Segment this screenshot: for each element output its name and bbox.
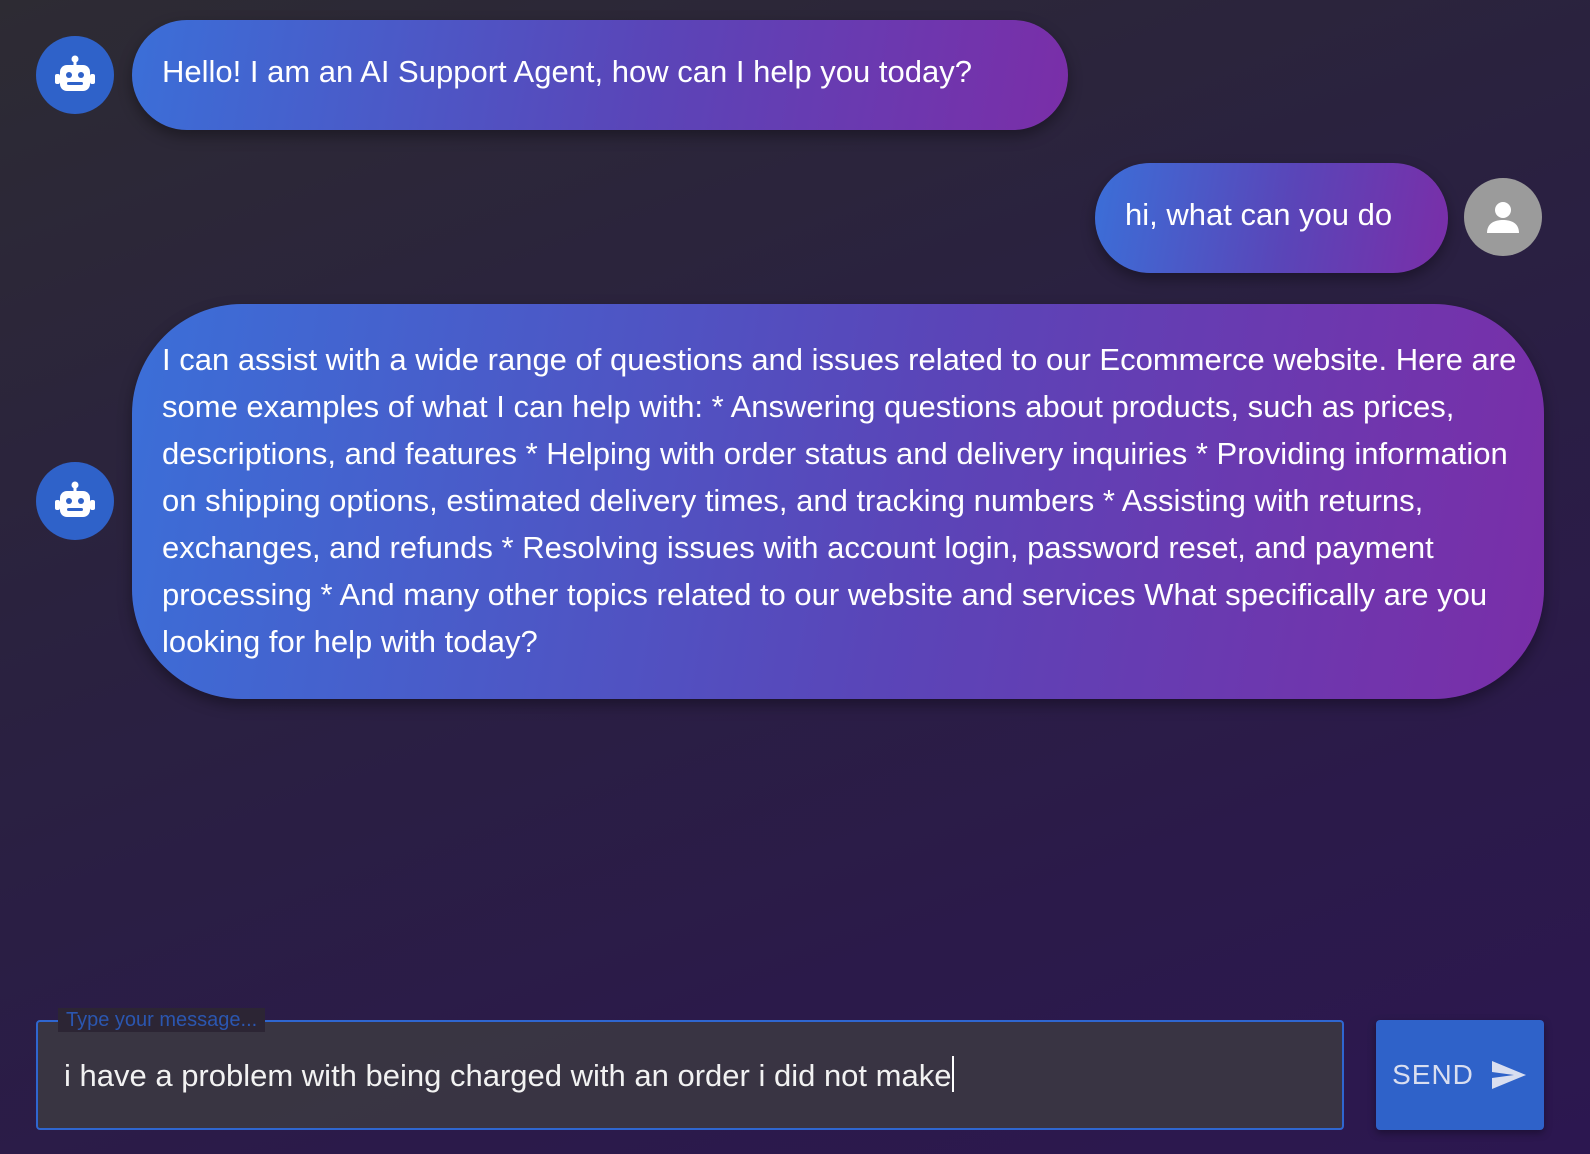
chat-transcript: Hello! I am an AI Support Agent, how can… <box>0 0 1590 1010</box>
user-message-bubble: hi, what can you do <box>1095 163 1448 273</box>
message-input[interactable]: Type your message... i have a problem wi… <box>36 1008 1344 1130</box>
send-button[interactable]: SEND <box>1376 1020 1544 1130</box>
send-icon <box>1491 1061 1526 1089</box>
user-avatar <box>1464 178 1542 256</box>
bot-avatar <box>36 36 114 114</box>
bot-message-bubble: I can assist with a wide range of questi… <box>132 304 1544 699</box>
message-input-label: Type your message... <box>58 1008 266 1032</box>
bot-message-bubble: Hello! I am an AI Support Agent, how can… <box>132 20 1068 130</box>
robot-icon <box>55 481 95 517</box>
person-icon <box>1487 202 1519 233</box>
robot-icon <box>55 55 95 91</box>
text-caret <box>952 1056 955 1092</box>
message-input-value[interactable]: i have a problem with being charged with… <box>64 1056 955 1094</box>
send-button-label: SEND <box>1392 1059 1474 1090</box>
bot-avatar <box>36 462 114 540</box>
